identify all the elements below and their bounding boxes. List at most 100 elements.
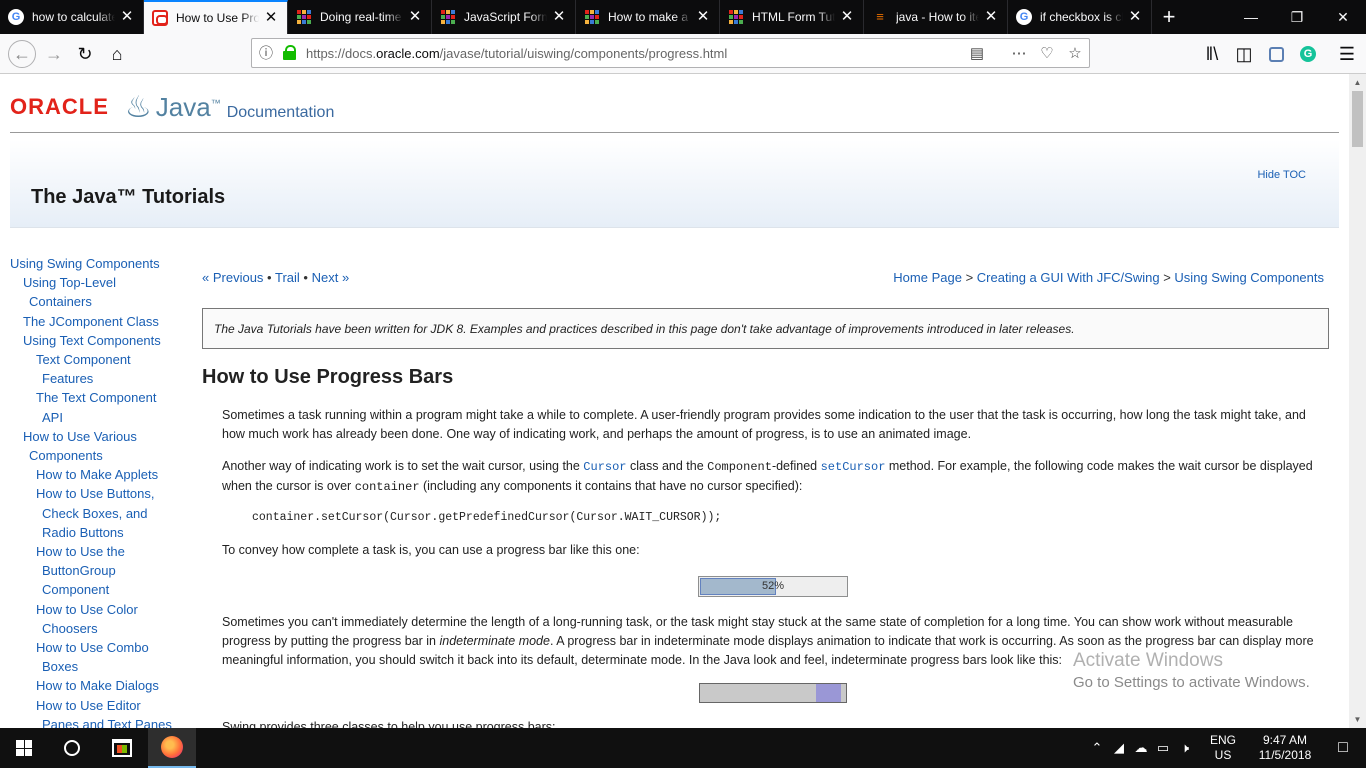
- toc-link[interactable]: How to Make Applets: [36, 465, 180, 484]
- browser-tab[interactable]: HTML Form Tutor ✕: [720, 0, 864, 34]
- restore-icon[interactable]: ❐: [1274, 0, 1320, 34]
- clock-time: 9:47 AM: [1262, 733, 1308, 747]
- toc-link[interactable]: Using Top-Level Containers: [23, 273, 180, 311]
- trail-link[interactable]: Trail: [275, 270, 300, 285]
- text: (including any components it contains th…: [419, 479, 803, 494]
- previous-link[interactable]: « Previous: [202, 270, 263, 285]
- scrollbar-thumb[interactable]: [1352, 91, 1363, 147]
- toc-link[interactable]: How to Use the ButtonGroup Component: [36, 542, 180, 600]
- close-tab-icon[interactable]: ✕: [119, 9, 135, 25]
- address-bar[interactable]: ⓘ https://docs.oracle.com/javase/tutoria…: [251, 38, 1090, 68]
- show-hidden-icons[interactable]: ⌃: [1086, 740, 1108, 756]
- toc-link[interactable]: Using Swing Components: [10, 254, 180, 273]
- toc-link[interactable]: Text Component Features: [36, 350, 180, 388]
- oracle-icon: [152, 10, 168, 26]
- close-tab-icon[interactable]: ✕: [551, 9, 567, 25]
- window-controls: — ❐ ✕: [1228, 0, 1366, 34]
- browser-tab[interactable]: JavaScript Form V ✕: [432, 0, 576, 34]
- onedrive-icon[interactable]: ☁: [1130, 740, 1152, 756]
- tab-title: How to make a w: [608, 10, 691, 24]
- close-tab-icon[interactable]: ✕: [407, 9, 423, 25]
- oracle-logo[interactable]: ORACLE: [10, 94, 109, 120]
- grammarly-icon[interactable]: G: [1292, 38, 1324, 70]
- sidebar-icon[interactable]: ◫: [1228, 38, 1260, 70]
- reload-button[interactable]: ↻: [69, 38, 101, 70]
- page-scrollbar[interactable]: ▲ ▼: [1349, 74, 1366, 728]
- bookmark-star-icon[interactable]: ☆: [1061, 44, 1089, 62]
- browser-tab[interactable]: How to make a w ✕: [576, 0, 720, 34]
- toc-link[interactable]: How to Make Dialogs: [36, 676, 180, 695]
- documentation-link[interactable]: Documentation: [227, 104, 335, 122]
- home-icon: ⌂: [111, 43, 123, 64]
- toc-link[interactable]: How to Use Combo Boxes: [36, 638, 180, 676]
- store-button[interactable]: [98, 728, 146, 768]
- extension-icon[interactable]: [1260, 38, 1292, 70]
- start-button[interactable]: [0, 728, 48, 768]
- tab-strip: how to calculate t✕How to Use Prog✕Doing…: [0, 0, 1366, 34]
- toc-link[interactable]: The JComponent Class: [23, 312, 180, 331]
- toc-link[interactable]: The Text Component API: [36, 388, 180, 426]
- toc-link[interactable]: How to Use Various Components: [23, 427, 180, 465]
- new-tab-button[interactable]: +: [1152, 0, 1186, 34]
- close-tab-icon[interactable]: ✕: [1127, 9, 1143, 25]
- browser-tab[interactable]: if checkbox is che ✕: [1008, 0, 1152, 34]
- browser-tab[interactable]: How to Use Prog ✕: [144, 0, 288, 34]
- hide-toc-link[interactable]: Hide TOC: [1257, 169, 1306, 181]
- reader-view-icon[interactable]: ▤: [963, 44, 991, 62]
- tab-title: java - How to iter: [896, 10, 979, 24]
- breadcrumb-gui[interactable]: Creating a GUI With JFC/Swing: [977, 270, 1160, 285]
- scroll-down-icon[interactable]: ▼: [1349, 711, 1366, 728]
- breadcrumb: Home Page > Creating a GUI With JFC/Swin…: [893, 270, 1324, 285]
- close-tab-icon[interactable]: ✕: [983, 9, 999, 25]
- toc-link[interactable]: How to Use Editor Panes and Text Panes: [36, 696, 180, 728]
- scroll-up-icon[interactable]: ▲: [1349, 74, 1366, 91]
- watermark-subtitle: Go to Settings to activate Windows.: [1073, 674, 1310, 691]
- breadcrumb-swing[interactable]: Using Swing Components: [1174, 270, 1324, 285]
- grid-icon: [728, 9, 744, 25]
- browser-tab[interactable]: Doing real-time c ✕: [288, 0, 432, 34]
- clock[interactable]: 9:47 AM 11/5/2018: [1250, 733, 1320, 763]
- paragraph-indeterminate: Sometimes you can't immediately determin…: [222, 613, 1329, 671]
- wifi-icon[interactable]: ◢: [1108, 740, 1130, 756]
- setcursor-link[interactable]: setCursor: [821, 460, 886, 474]
- forward-button[interactable]: →: [38, 38, 70, 70]
- pocket-icon[interactable]: ♡: [1033, 44, 1061, 62]
- page-info-icon[interactable]: ⓘ: [252, 43, 280, 63]
- page-actions-icon[interactable]: ⋯: [1005, 44, 1033, 62]
- java-logo[interactable]: Java™: [156, 92, 221, 123]
- tutorial-banner: The Java™ Tutorials Hide TOC: [10, 140, 1339, 228]
- action-center-icon[interactable]: □: [1320, 739, 1366, 757]
- home-button[interactable]: ⌂: [101, 38, 133, 70]
- lock-icon[interactable]: [280, 43, 300, 63]
- windows-logo-icon: [16, 740, 32, 756]
- minimize-icon[interactable]: —: [1228, 0, 1274, 34]
- cortana-button[interactable]: [48, 728, 96, 768]
- back-button[interactable]: ←: [4, 38, 40, 70]
- close-tab-icon[interactable]: ✕: [839, 9, 855, 25]
- library-icon[interactable]: ‖\: [1196, 38, 1228, 70]
- hamburger-menu-icon[interactable]: ☰: [1331, 38, 1363, 70]
- tab-title: Doing real-time c: [320, 10, 403, 24]
- close-tab-icon[interactable]: ✕: [263, 10, 279, 26]
- toc-link[interactable]: Using Text Components: [23, 331, 180, 350]
- next-link[interactable]: Next »: [312, 270, 350, 285]
- browser-tab[interactable]: how to calculate t ✕: [0, 0, 144, 34]
- close-tab-icon[interactable]: ✕: [695, 9, 711, 25]
- system-tray: ⌃ ◢ ☁ ▭ 🕨 ENG US 9:47 AM 11/5/2018 □: [1086, 728, 1366, 768]
- volume-icon[interactable]: 🕨: [1174, 740, 1196, 756]
- back-arrow-icon: ←: [8, 40, 36, 68]
- toc-link[interactable]: How to Use Color Choosers: [36, 600, 180, 638]
- breadcrumb-home[interactable]: Home Page: [893, 270, 962, 285]
- browser-tab[interactable]: ≡ java - How to iter ✕: [864, 0, 1008, 34]
- url-text[interactable]: https://docs.oracle.com/javase/tutorial/…: [306, 46, 963, 61]
- close-window-icon[interactable]: ✕: [1320, 0, 1366, 34]
- firefox-taskbar-button[interactable]: [148, 728, 196, 768]
- language-indicator[interactable]: ENG US: [1210, 733, 1236, 763]
- windows-taskbar: ⌃ ◢ ☁ ▭ 🕨 ENG US 9:47 AM 11/5/2018 □: [0, 728, 1366, 768]
- paragraph-intro: Sometimes a task running within a progra…: [222, 408, 1306, 442]
- cursor-link[interactable]: Cursor: [583, 460, 626, 474]
- text: -defined: [771, 459, 821, 473]
- toc-link[interactable]: How to Use Buttons, Check Boxes, and Rad…: [36, 484, 180, 542]
- google-icon: [1016, 9, 1032, 25]
- battery-icon[interactable]: ▭: [1152, 740, 1174, 756]
